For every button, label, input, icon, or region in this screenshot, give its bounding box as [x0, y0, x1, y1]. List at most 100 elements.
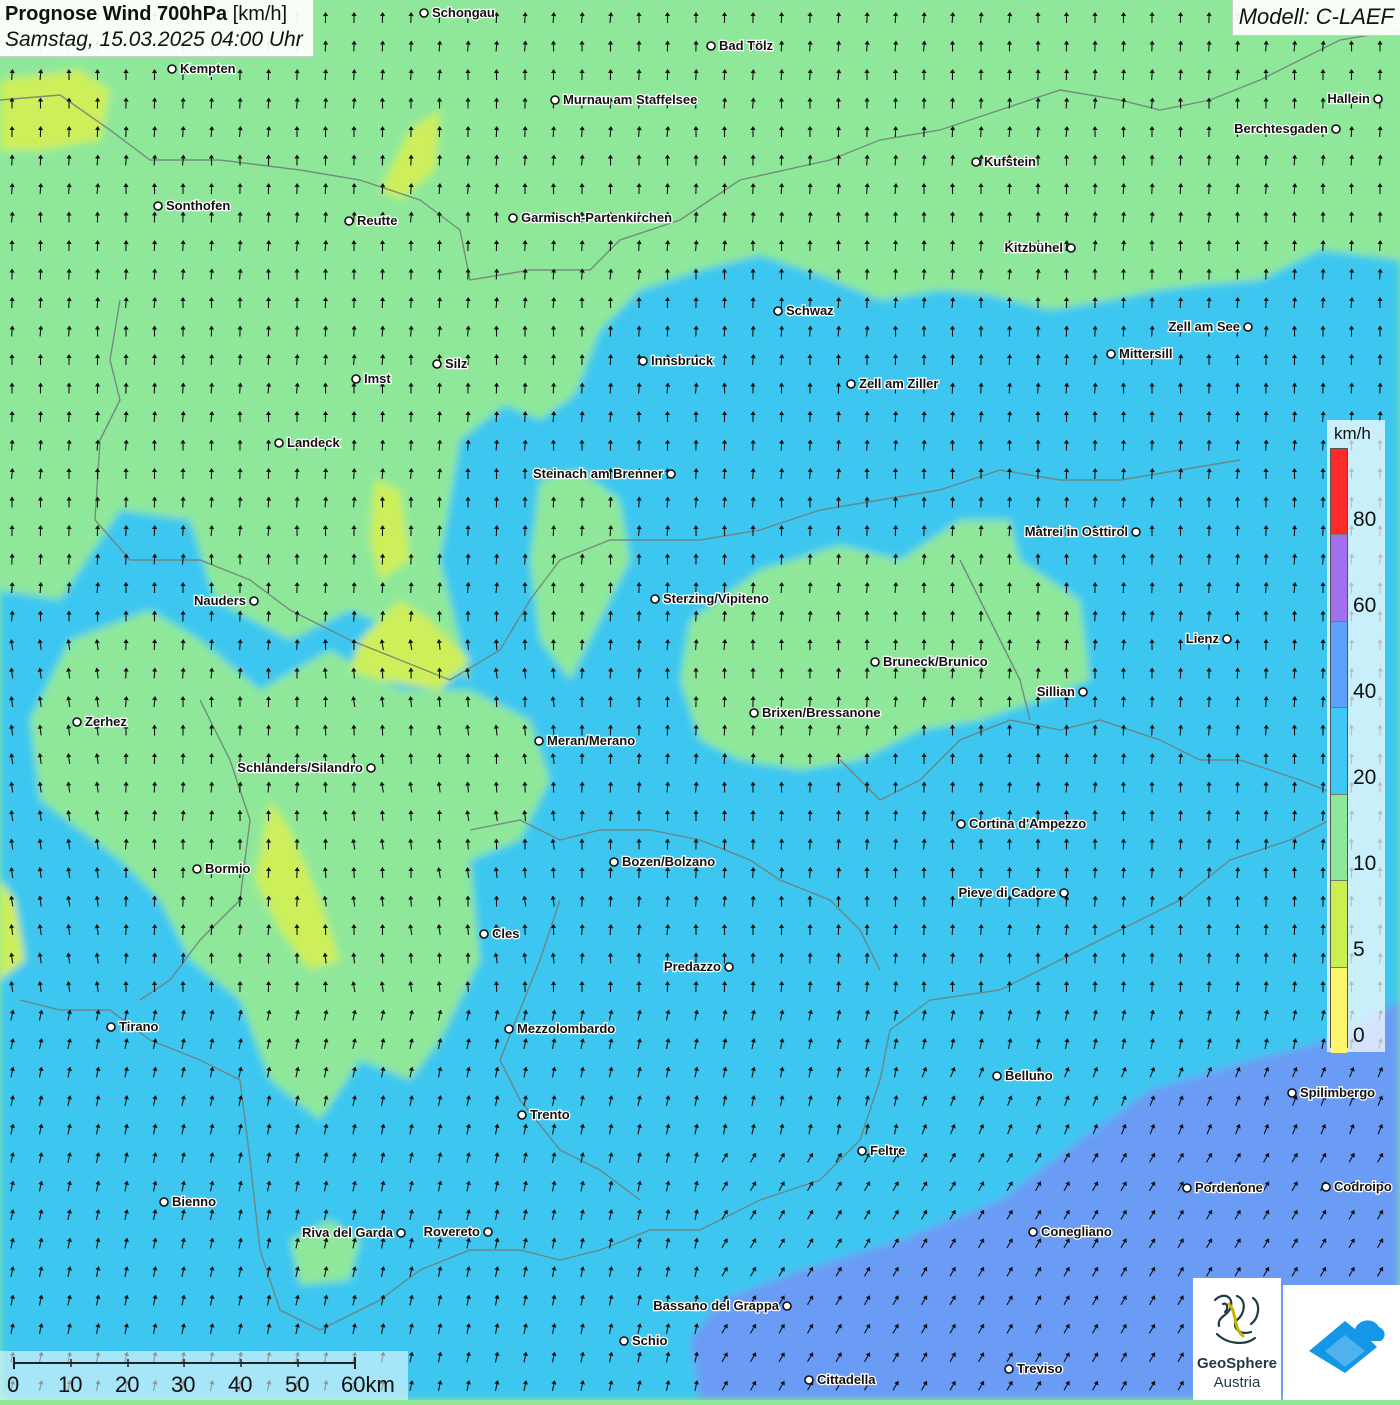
place-label: Kempten — [180, 61, 236, 76]
scale-label-0: 0 — [7, 1372, 19, 1398]
place-marker[interactable]: Matrei in Osttirol — [1025, 524, 1140, 539]
legend-label-0: 0 — [1353, 1024, 1365, 1048]
place-dot — [551, 96, 559, 104]
legend-label-80: 80 — [1353, 508, 1376, 532]
legend-label-5: 5 — [1353, 938, 1365, 962]
place-label: Bozen/Bolzano — [622, 854, 715, 869]
place-dot — [993, 1072, 1001, 1080]
place-marker[interactable]: Spilimbergo — [1288, 1085, 1375, 1100]
place-label: Sonthofen — [166, 198, 230, 213]
place-marker[interactable]: Steinach am Brenner — [533, 466, 675, 481]
place-label: Trento — [530, 1107, 570, 1122]
place-marker[interactable]: Meran/Merano — [535, 733, 635, 748]
place-marker[interactable]: Cortina d'Ampezzo — [957, 816, 1086, 831]
place-dot — [1005, 1365, 1013, 1373]
place-label: Mittersill — [1119, 346, 1172, 361]
place-dot — [639, 357, 647, 365]
place-dot — [783, 1302, 791, 1310]
legend-color-bar — [1330, 448, 1348, 1048]
place-marker[interactable]: Bruneck/Brunico — [871, 654, 988, 669]
place-dot — [725, 963, 733, 971]
place-marker[interactable]: Zell am See — [1168, 319, 1252, 334]
place-label: Feltre — [870, 1143, 905, 1158]
place-marker[interactable]: Conegliano — [1029, 1224, 1112, 1239]
place-dot — [610, 858, 618, 866]
place-dot — [1029, 1228, 1037, 1236]
place-dot — [1183, 1184, 1191, 1192]
scale-label-20: 20 — [115, 1372, 139, 1398]
geosphere-logo[interactable]: GeoSphere Austria — [1193, 1278, 1281, 1400]
place-marker[interactable]: Riva del Garda — [302, 1225, 405, 1240]
place-label: Bruneck/Brunico — [883, 654, 988, 669]
place-marker[interactable]: Schongau — [420, 5, 495, 20]
logo-text-geosphere: GeoSphere — [1193, 1355, 1281, 1372]
place-dot — [871, 658, 879, 666]
place-label: Zell am See — [1168, 319, 1240, 334]
place-dot — [1288, 1089, 1296, 1097]
wind-map[interactable]: Schongau Bad Tölz Kempten Murnau am Staffel… — [0, 0, 1400, 1400]
place-marker[interactable]: Bozen/Bolzano — [610, 854, 715, 869]
map-title-unit: [km/h] — [233, 3, 287, 25]
logo-text-austria: Austria — [1193, 1374, 1281, 1391]
place-marker[interactable]: Zell am Ziller — [847, 376, 938, 391]
place-dot — [535, 737, 543, 745]
legend-segment — [1331, 534, 1347, 620]
place-marker[interactable]: Mezzolombardo — [505, 1021, 615, 1036]
place-dot — [1244, 323, 1252, 331]
place-label: Schongau — [432, 5, 495, 20]
place-dot — [1223, 635, 1231, 643]
place-label: Cittadella — [817, 1372, 876, 1387]
place-label: Hallein — [1327, 91, 1370, 106]
place-label: Matrei in Osttirol — [1025, 524, 1128, 539]
legend-label-40: 40 — [1353, 680, 1376, 704]
place-dot — [107, 1023, 115, 1031]
scale-label-50: 50 — [285, 1372, 309, 1398]
place-label: Schlanders/Silandro — [237, 760, 363, 775]
place-label: Lienz — [1186, 631, 1220, 646]
place-marker[interactable]: Brixen/Bressanone — [750, 705, 881, 720]
place-label: Imst — [364, 371, 391, 386]
place-marker[interactable]: Garmisch-Partenkirchen — [509, 210, 672, 225]
place-dot — [957, 820, 965, 828]
place-dot — [73, 718, 81, 726]
place-dot — [1332, 125, 1340, 133]
place-dot — [433, 360, 441, 368]
place-marker[interactable]: Bassano del Grappa — [653, 1298, 791, 1313]
place-label: Brixen/Bressanone — [762, 705, 881, 720]
place-marker[interactable]: Innsbruck — [639, 353, 714, 368]
place-dot — [250, 597, 258, 605]
place-marker[interactable]: Murnau am Staffelsee — [551, 92, 697, 107]
place-marker[interactable]: Sonthofen — [154, 198, 230, 213]
place-marker[interactable]: Pieve di Cadore — [958, 885, 1068, 900]
color-legend: km/h 80 60 40 20 10 5 0 — [1327, 420, 1385, 1052]
place-label: Cortina d'Ampezzo — [969, 816, 1086, 831]
place-label: Rovereto — [424, 1224, 480, 1239]
place-marker[interactable]: Sterzing/Vipiteno — [651, 591, 769, 606]
place-label: Innsbruck — [651, 353, 714, 368]
place-label: Predazzo — [664, 959, 721, 974]
place-label: Sterzing/Vipiteno — [663, 591, 769, 606]
legend-label-10: 10 — [1353, 852, 1376, 876]
model-label: Modell: C-LAEF — [1232, 0, 1400, 36]
place-dot — [484, 1228, 492, 1236]
place-dot — [620, 1337, 628, 1345]
place-label: Bienno — [172, 1194, 216, 1209]
legend-segment — [1331, 967, 1347, 1053]
place-dot — [275, 439, 283, 447]
place-label: Bad Tölz — [719, 38, 774, 53]
place-dot — [847, 380, 855, 388]
place-marker[interactable]: Pordenone — [1183, 1180, 1263, 1195]
place-marker[interactable]: Berchtesgaden — [1234, 121, 1340, 136]
scale-label-40: 40 — [228, 1372, 252, 1398]
place-label: Treviso — [1017, 1361, 1063, 1376]
place-dot — [1060, 889, 1068, 897]
place-dot — [707, 42, 715, 50]
cloud-arrow-icon — [1283, 1285, 1400, 1400]
place-marker[interactable]: Schlanders/Silandro — [237, 760, 375, 775]
place-label: Landeck — [287, 435, 341, 450]
place-dot — [651, 595, 659, 603]
weather-app-logo[interactable] — [1283, 1285, 1400, 1400]
legend-segment — [1331, 794, 1347, 880]
place-label: Codroipo — [1334, 1179, 1392, 1194]
place-dot — [972, 158, 980, 166]
